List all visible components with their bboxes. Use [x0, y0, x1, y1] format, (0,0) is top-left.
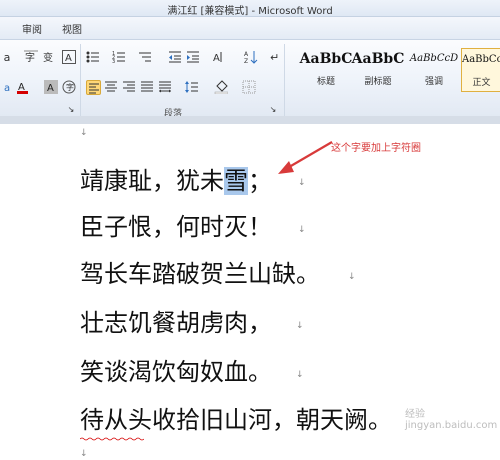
- annotation-text: 这个字要加上字符圈: [331, 143, 421, 154]
- annotation-arrow: [278, 141, 333, 174]
- watermark: 经验 jingyan.baidu.com: [405, 409, 498, 431]
